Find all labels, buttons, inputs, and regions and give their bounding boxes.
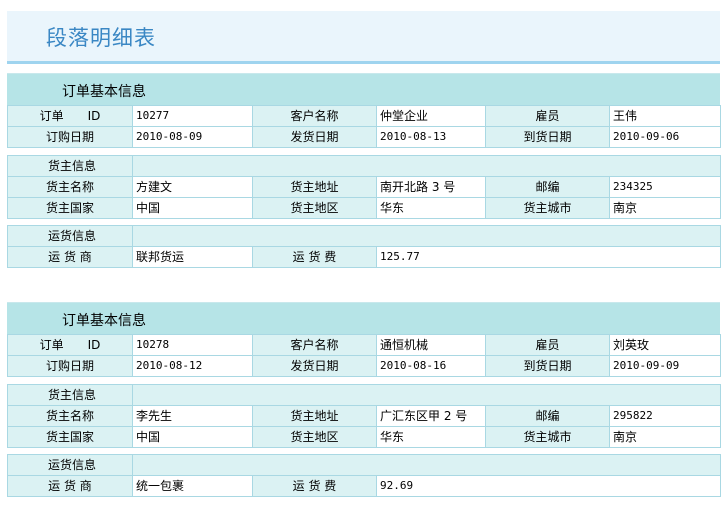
shipper-country-value: 中国 bbox=[132, 197, 253, 219]
shipper-address-value: 广汇东区甲 2 号 bbox=[376, 405, 486, 427]
order-id-value: 10278 bbox=[132, 334, 253, 356]
shipper-address-label: 货主地址 bbox=[252, 176, 377, 198]
shipper-name-value: 方建文 bbox=[132, 176, 253, 198]
carrier-value: 统一包裹 bbox=[132, 475, 253, 497]
customer-value: 仲堂企业 bbox=[376, 105, 486, 127]
postcode-label: 邮编 bbox=[485, 405, 610, 427]
order-id-label: 订单 ID bbox=[7, 334, 133, 356]
shipper-country-label: 货主国家 bbox=[7, 426, 133, 448]
table-row: 运货信息 bbox=[7, 225, 722, 247]
shipper-table: 货主信息 货主名称 李先生 货主地址 广汇东区甲 2 号 邮编 295822 货… bbox=[7, 384, 722, 448]
customer-value: 通恒机械 bbox=[376, 334, 486, 356]
shipper-region-label: 货主地区 bbox=[252, 426, 377, 448]
shipper-name-label: 货主名称 bbox=[7, 176, 133, 198]
shipper-name-value: 李先生 bbox=[132, 405, 253, 427]
shipping-section-label: 运货信息 bbox=[7, 454, 133, 476]
order-date-value: 2010-08-09 bbox=[132, 126, 253, 148]
postcode-label: 邮编 bbox=[485, 176, 610, 198]
order-date-label: 订购日期 bbox=[7, 126, 133, 148]
table-row: 货主国家 中国 货主地区 华东 货主城市 南京 bbox=[7, 197, 722, 219]
shipper-city-value: 南京 bbox=[608, 197, 722, 219]
table-row: 运货信息 bbox=[7, 454, 722, 476]
employee-value: 刘英玫 bbox=[609, 334, 721, 356]
order-section-title: 订单基本信息 bbox=[62, 313, 146, 329]
shipper-name-label: 货主名称 bbox=[7, 405, 133, 427]
table-row: 订购日期 2010-08-12 发货日期 2010-08-16 到货日期 201… bbox=[7, 355, 721, 377]
table-row: 订单 ID 10277 客户名称 仲堂企业 雇员 王伟 bbox=[7, 105, 721, 127]
shipper-region-value: 华东 bbox=[376, 426, 486, 448]
order-date-label: 订购日期 bbox=[7, 355, 133, 377]
arrival-date-label: 到货日期 bbox=[485, 355, 610, 377]
shipper-table: 货主信息 货主名称 方建文 货主地址 南开北路 3 号 邮编 234325 货主… bbox=[7, 155, 722, 219]
order-section-header: 订单基本信息 bbox=[7, 302, 720, 335]
order-section-header: 订单基本信息 bbox=[7, 73, 720, 106]
customer-label: 客户名称 bbox=[252, 334, 377, 356]
shipping-table: 运货信息 运 货 商 联邦货运 运 货 费 125.77 bbox=[7, 225, 722, 268]
ship-date-value: 2010-08-13 bbox=[376, 126, 486, 148]
carrier-value: 联邦货运 bbox=[132, 246, 253, 268]
order-section-title: 订单基本信息 bbox=[62, 84, 146, 100]
table-row: 货主信息 bbox=[7, 384, 722, 406]
postcode-value: 295822 bbox=[608, 405, 722, 427]
shipper-region-label: 货主地区 bbox=[252, 197, 377, 219]
order-date-value: 2010-08-12 bbox=[132, 355, 253, 377]
table-row: 订购日期 2010-08-09 发货日期 2010-08-13 到货日期 201… bbox=[7, 126, 721, 148]
shipper-address-label: 货主地址 bbox=[252, 405, 377, 427]
ship-date-label: 发货日期 bbox=[252, 355, 377, 377]
arrival-date-label: 到货日期 bbox=[485, 126, 610, 148]
ship-date-label: 发货日期 bbox=[252, 126, 377, 148]
shipper-country-value: 中国 bbox=[132, 426, 253, 448]
carrier-label: 运 货 商 bbox=[7, 246, 133, 268]
table-row: 货主信息 bbox=[7, 155, 722, 177]
shipper-city-label: 货主城市 bbox=[485, 197, 610, 219]
carrier-label: 运 货 商 bbox=[7, 475, 133, 497]
order-id-value: 10277 bbox=[132, 105, 253, 127]
postcode-value: 234325 bbox=[608, 176, 722, 198]
shipping-table: 运货信息 运 货 商 统一包裹 运 货 费 92.69 bbox=[7, 454, 722, 497]
shipper-section-label: 货主信息 bbox=[7, 155, 133, 177]
arrival-date-value: 2010-09-09 bbox=[609, 355, 721, 377]
order-id-label: 订单 ID bbox=[7, 105, 133, 127]
employee-label: 雇员 bbox=[485, 334, 610, 356]
page-header: 段落明细表 bbox=[7, 11, 720, 64]
employee-label: 雇员 bbox=[485, 105, 610, 127]
table-row: 运 货 商 联邦货运 运 货 费 125.77 bbox=[7, 246, 722, 268]
table-row: 订单 ID 10278 客户名称 通恒机械 雇员 刘英玫 bbox=[7, 334, 721, 356]
page-title: 段落明细表 bbox=[46, 26, 156, 50]
employee-value: 王伟 bbox=[609, 105, 721, 127]
table-row: 货主名称 李先生 货主地址 广汇东区甲 2 号 邮编 295822 bbox=[7, 405, 722, 427]
freight-label: 运 货 费 bbox=[252, 246, 377, 268]
order-basic-table: 订单 ID 10278 客户名称 通恒机械 雇员 刘英玫 订购日期 2010-0… bbox=[7, 334, 721, 377]
freight-value: 125.77 bbox=[375, 246, 722, 268]
shipper-address-value: 南开北路 3 号 bbox=[376, 176, 486, 198]
table-row: 货主国家 中国 货主地区 华东 货主城市 南京 bbox=[7, 426, 722, 448]
freight-label: 运 货 费 bbox=[252, 475, 377, 497]
shipper-section-label: 货主信息 bbox=[7, 384, 133, 406]
shipper-region-value: 华东 bbox=[376, 197, 486, 219]
customer-label: 客户名称 bbox=[252, 105, 377, 127]
arrival-date-value: 2010-09-06 bbox=[609, 126, 721, 148]
table-row: 货主名称 方建文 货主地址 南开北路 3 号 邮编 234325 bbox=[7, 176, 722, 198]
shipping-section-label: 运货信息 bbox=[7, 225, 133, 247]
freight-value: 92.69 bbox=[375, 475, 722, 497]
shipper-country-label: 货主国家 bbox=[7, 197, 133, 219]
table-row: 运 货 商 统一包裹 运 货 费 92.69 bbox=[7, 475, 722, 497]
shipper-city-label: 货主城市 bbox=[485, 426, 610, 448]
order-basic-table: 订单 ID 10277 客户名称 仲堂企业 雇员 王伟 订购日期 2010-08… bbox=[7, 105, 721, 148]
ship-date-value: 2010-08-16 bbox=[376, 355, 486, 377]
shipper-city-value: 南京 bbox=[608, 426, 722, 448]
